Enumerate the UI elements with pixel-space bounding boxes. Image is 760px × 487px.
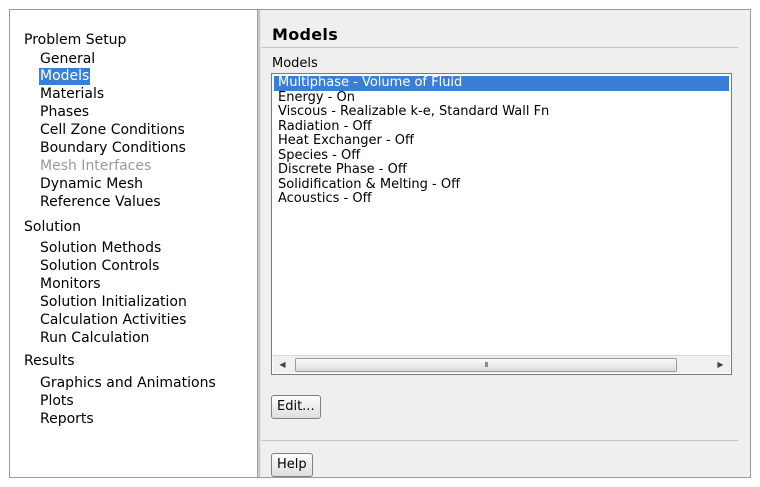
nav-item-boundary-conditions[interactable]: Boundary Conditions: [39, 140, 187, 157]
navigation-tree: Problem Setup General Models Materials P…: [10, 10, 257, 477]
nav-item-mesh-interfaces: Mesh Interfaces: [40, 158, 152, 174]
model-item-radiation[interactable]: Radiation - Off: [274, 119, 729, 135]
nav-item-materials[interactable]: Materials: [39, 86, 105, 103]
nav-item-reports[interactable]: Reports: [39, 411, 95, 428]
edit-button[interactable]: Edit...: [271, 395, 321, 419]
nav-section-solution[interactable]: Solution: [24, 218, 81, 236]
nav-item-plots[interactable]: Plots: [39, 393, 75, 410]
model-item-heat-exchanger[interactable]: Heat Exchanger - Off: [274, 133, 729, 149]
scrollbar-thumb[interactable]: III: [295, 358, 677, 372]
nav-item-monitors[interactable]: Monitors: [39, 276, 102, 293]
model-item-viscous[interactable]: Viscous - Realizable k-e, Standard Wall …: [274, 104, 729, 120]
nav-item-graphics-and-animations[interactable]: Graphics and Animations: [39, 375, 217, 392]
model-item-acoustics[interactable]: Acoustics - Off: [274, 191, 729, 207]
nav-item-phases[interactable]: Phases: [39, 104, 90, 121]
models-listbox[interactable]: Multiphase - Volume of Fluid Energy - On…: [271, 73, 732, 375]
scrollbar-grip: III: [484, 361, 488, 369]
nav-item-solution-initialization[interactable]: Solution Initialization: [39, 294, 188, 311]
title-divider: [261, 47, 738, 48]
nav-item-general[interactable]: General: [39, 51, 96, 68]
models-panel: Models Models Multiphase - Volume of Flu…: [261, 10, 750, 477]
right-arrow-icon[interactable]: ▶: [712, 356, 729, 373]
nav-item-solution-controls[interactable]: Solution Controls: [39, 258, 160, 275]
nav-item-models[interactable]: Models: [39, 68, 91, 85]
model-item-solidification-melting[interactable]: Solidification & Melting - Off: [274, 177, 729, 193]
app-window: Problem Setup General Models Materials P…: [9, 9, 751, 478]
nav-section-results[interactable]: Results: [24, 352, 75, 370]
models-group-label: Models: [272, 56, 318, 71]
model-item-energy[interactable]: Energy - On: [274, 90, 729, 106]
nav-item-reference-values[interactable]: Reference Values: [39, 194, 162, 211]
nav-item-run-calculation[interactable]: Run Calculation: [39, 330, 150, 347]
nav-item-calculation-activities[interactable]: Calculation Activities: [39, 312, 187, 329]
panel-title: Models: [272, 25, 339, 44]
model-item-species[interactable]: Species - Off: [274, 148, 729, 164]
model-item-multiphase[interactable]: Multiphase - Volume of Fluid: [274, 75, 729, 91]
nav-item-dynamic-mesh[interactable]: Dynamic Mesh: [39, 176, 144, 193]
models-list: Multiphase - Volume of Fluid Energy - On…: [272, 75, 731, 207]
model-item-discrete-phase[interactable]: Discrete Phase - Off: [274, 162, 729, 178]
left-arrow-icon[interactable]: ◀: [274, 356, 291, 373]
help-button[interactable]: Help: [271, 453, 313, 477]
nav-section-problem-setup[interactable]: Problem Setup: [24, 31, 126, 49]
bottom-divider: [261, 440, 738, 441]
nav-item-solution-methods[interactable]: Solution Methods: [39, 240, 162, 257]
horizontal-scrollbar[interactable]: ◀ III ▶: [273, 355, 730, 373]
nav-item-cell-zone-conditions[interactable]: Cell Zone Conditions: [39, 122, 186, 139]
